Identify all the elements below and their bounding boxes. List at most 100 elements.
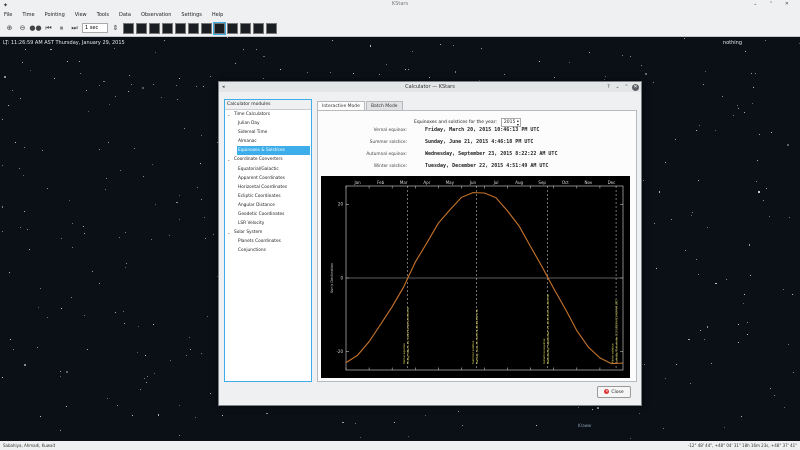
tree-item-horizontal-coordinates[interactable]: Horizontal Coordinates bbox=[225, 183, 311, 192]
star bbox=[201, 352, 202, 354]
star bbox=[133, 148, 135, 150]
tree-item-angular-distance[interactable]: Angular Distance bbox=[225, 201, 311, 210]
dialog-menu-icon[interactable]: ◂ bbox=[222, 82, 225, 92]
star bbox=[742, 303, 744, 304]
star bbox=[699, 330, 701, 331]
star bbox=[115, 96, 116, 98]
star bbox=[737, 341, 739, 343]
star bbox=[749, 275, 751, 276]
star bbox=[280, 69, 281, 70]
star bbox=[629, 56, 631, 57]
close-button[interactable]: ✕ Close bbox=[597, 386, 631, 398]
time-step-spin-icon[interactable]: ⇕ bbox=[110, 23, 121, 34]
star bbox=[14, 141, 16, 143]
star bbox=[83, 314, 85, 316]
sky-constellation-label: Kraww bbox=[578, 423, 592, 428]
menu-data[interactable]: Data bbox=[119, 12, 131, 18]
tab-interactive-mode[interactable]: Interactive Mode bbox=[317, 101, 365, 110]
star bbox=[24, 49, 26, 50]
menu-tools[interactable]: Tools bbox=[97, 12, 109, 18]
tree-header: Calculator modules bbox=[225, 100, 311, 110]
stars-toggle-icon[interactable] bbox=[123, 22, 134, 34]
star bbox=[186, 354, 187, 356]
star bbox=[10, 338, 11, 340]
maximize-icon[interactable]: ⌃ bbox=[623, 84, 630, 91]
menu-settings[interactable]: Settings bbox=[181, 12, 202, 18]
star bbox=[639, 412, 641, 415]
tree-item-planets-coordinates[interactable]: Planets Coordinates bbox=[225, 237, 311, 246]
menu-observation[interactable]: Observation bbox=[141, 12, 171, 18]
deep-sky-toggle-icon[interactable] bbox=[136, 22, 147, 34]
tree-item-equinoxes-solstices[interactable]: Equinoxes & Solstices bbox=[237, 146, 310, 156]
expand-arrow-icon[interactable]: ⌄ bbox=[227, 228, 230, 237]
star bbox=[153, 83, 154, 85]
constellation-lines-icon[interactable] bbox=[162, 22, 173, 34]
close-icon[interactable]: ✕ bbox=[632, 83, 639, 91]
star bbox=[154, 203, 156, 205]
zoom-out-icon[interactable]: ⊖ bbox=[17, 23, 28, 34]
tree-item-ecliptic-coordinates[interactable]: Ecliptic Coordinates bbox=[225, 192, 311, 201]
star bbox=[234, 63, 236, 64]
tree-item-geodetic-coordinates[interactable]: Geodetic Coordinates bbox=[225, 210, 311, 219]
tree-item-solar-system[interactable]: ⌄ Solar System bbox=[225, 228, 311, 237]
status-coordinates: -12° 48' 44", +48° 04' 31" 18h 16m 23s, … bbox=[687, 443, 797, 448]
tree-item-equatorial-galactic[interactable]: Equatorial/Galactic bbox=[225, 165, 311, 174]
solar-system-toggle-icon[interactable] bbox=[149, 22, 160, 34]
star bbox=[105, 178, 107, 180]
tree-item-almanac[interactable]: Almanac bbox=[225, 137, 311, 146]
star bbox=[123, 322, 125, 324]
star bbox=[670, 219, 672, 220]
star bbox=[29, 70, 31, 71]
step-back-icon[interactable]: ⏮ bbox=[43, 23, 54, 34]
menu-pointing[interactable]: Pointing bbox=[45, 12, 65, 18]
tree-item-time-calculators[interactable]: ⌄ Time Calculators bbox=[225, 110, 311, 119]
star bbox=[213, 234, 214, 235]
star bbox=[227, 37, 228, 38]
star bbox=[386, 63, 388, 65]
equatorial-grid-icon[interactable] bbox=[227, 22, 238, 34]
star bbox=[759, 134, 760, 135]
tree-item-sidereal-time[interactable]: Sidereal Time bbox=[225, 128, 311, 137]
stop-icon[interactable]: ⏸ bbox=[56, 23, 67, 34]
menu-view[interactable]: View bbox=[75, 12, 87, 18]
star bbox=[732, 115, 734, 117]
horizontal-grid-icon[interactable] bbox=[240, 22, 251, 34]
star bbox=[743, 111, 745, 113]
spin-arrows-icon[interactable]: ▴ ▾ bbox=[517, 119, 519, 127]
menu-help[interactable]: Help bbox=[212, 12, 223, 18]
menu-time[interactable]: Time bbox=[22, 12, 34, 18]
milky-way-icon[interactable] bbox=[213, 21, 226, 35]
app-title: KStars bbox=[391, 1, 409, 7]
year-spinbox[interactable]: 2015 ▴ ▾ bbox=[500, 118, 521, 127]
constellation-names-icon[interactable] bbox=[175, 22, 186, 34]
star bbox=[46, 188, 48, 189]
time-step-field[interactable]: 1 sec bbox=[82, 23, 108, 33]
expand-arrow-icon[interactable]: ⌄ bbox=[227, 110, 230, 119]
binoculars-icon[interactable]: ●● bbox=[29, 23, 41, 34]
star bbox=[2, 230, 4, 232]
constellation-bounds-icon[interactable] bbox=[201, 22, 212, 34]
star bbox=[262, 78, 264, 79]
tree-item-apparent-coordinates[interactable]: Apparent Coordinates bbox=[225, 174, 311, 183]
step-forward-icon[interactable]: ⏭ bbox=[69, 23, 80, 34]
tab-batch-mode[interactable]: Batch Mode bbox=[365, 101, 403, 110]
zoom-in-icon[interactable]: ⊕ bbox=[4, 23, 15, 34]
star bbox=[788, 217, 790, 218]
constellation-art-icon[interactable] bbox=[188, 22, 199, 34]
ground-icon[interactable] bbox=[253, 22, 264, 34]
star bbox=[692, 211, 694, 213]
window-controls[interactable]: ⌄ ⌃ ✕ bbox=[753, 0, 794, 9]
hips-icon[interactable] bbox=[266, 22, 277, 34]
star bbox=[98, 84, 100, 86]
star bbox=[60, 430, 62, 431]
help-icon[interactable]: ? bbox=[605, 84, 612, 91]
expand-arrow-icon[interactable]: ⌄ bbox=[227, 155, 230, 164]
star bbox=[103, 81, 105, 83]
tree-item-conjunctions[interactable]: Conjunctions bbox=[225, 246, 311, 255]
tree-item-lsr-velocity[interactable]: LSR Velocity bbox=[225, 219, 311, 228]
minimize-icon[interactable]: ⌄ bbox=[614, 84, 621, 91]
star bbox=[439, 43, 441, 45]
menu-file[interactable]: File bbox=[4, 12, 12, 18]
tree-item-julian-day[interactable]: Julian Day bbox=[225, 119, 311, 128]
tree-item-coordinate-converters[interactable]: ⌄ Coordinate Converters bbox=[225, 155, 311, 164]
